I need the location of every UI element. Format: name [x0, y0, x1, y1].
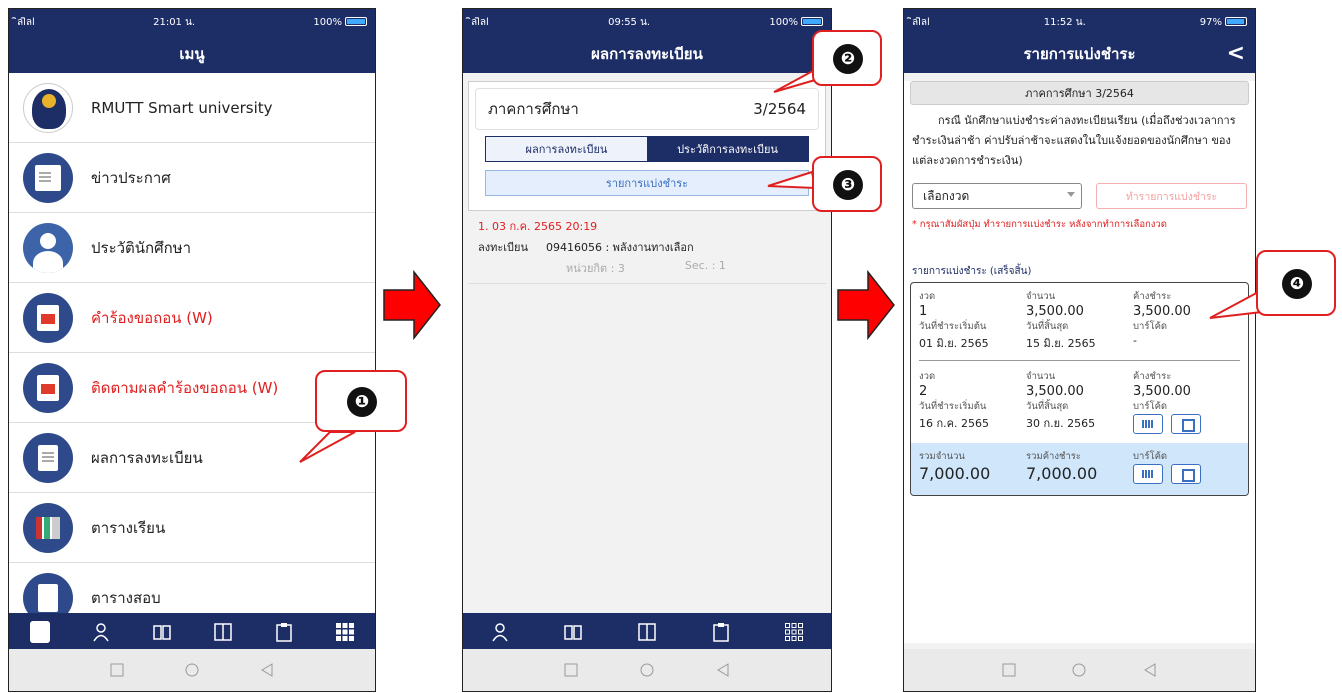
callout-1: ❶ [315, 370, 407, 432]
step-badge: ❹ [1282, 269, 1312, 299]
callout-pointers [299, 63, 1263, 463]
step-badge: ❸ [833, 170, 863, 200]
step-badge: ❷ [833, 44, 863, 74]
callout-4: ❹ [1256, 250, 1336, 316]
step-badge: ❶ [347, 387, 377, 417]
callout-2: ❷ [812, 30, 882, 86]
callout-3: ❸ [812, 156, 882, 212]
